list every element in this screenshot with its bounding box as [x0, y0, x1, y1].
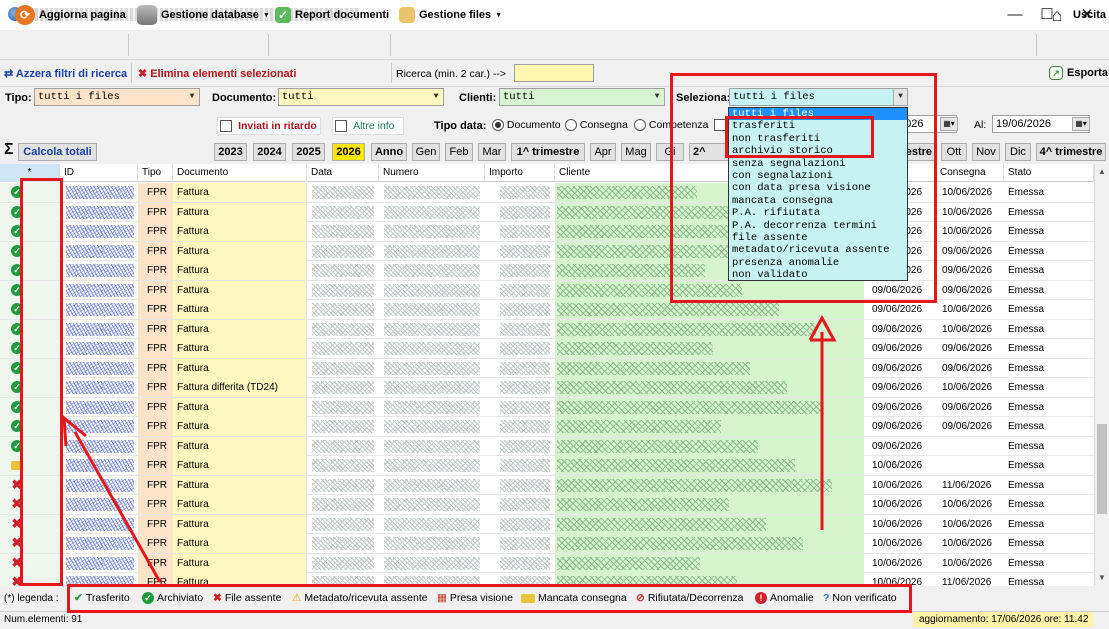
- annotation-arrows: [62, 314, 837, 583]
